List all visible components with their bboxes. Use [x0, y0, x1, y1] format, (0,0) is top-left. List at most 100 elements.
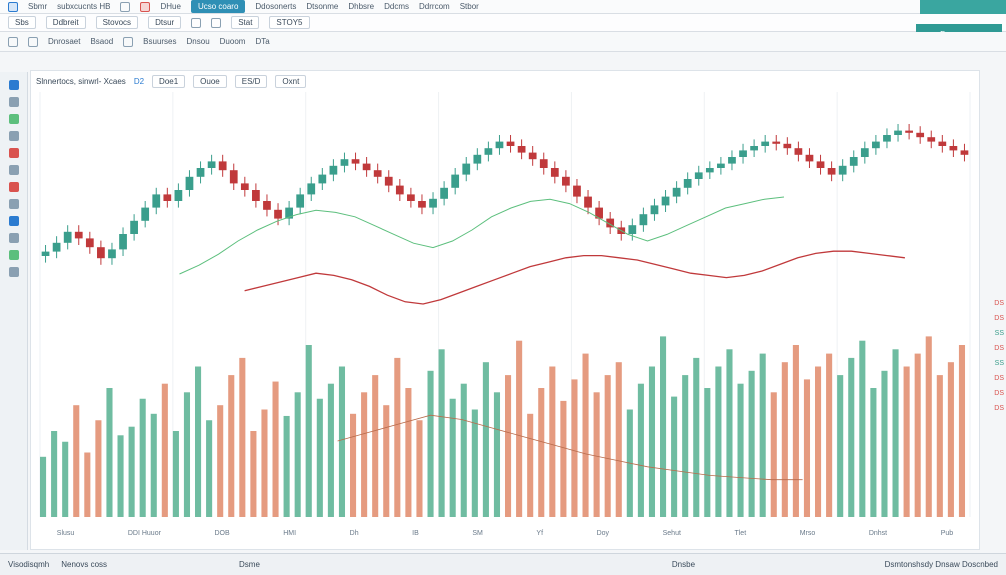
menu-item[interactable]: DHue: [160, 2, 180, 11]
volume-bar: [460, 383, 467, 517]
volume-bar: [660, 336, 667, 517]
candle-body: [916, 132, 925, 138]
text-tool-icon[interactable]: [8, 165, 19, 175]
menu-item[interactable]: subxcucnts HB: [57, 2, 110, 11]
interval-button[interactable]: ES/D: [234, 74, 268, 88]
volume-bar: [305, 345, 312, 517]
volume-bar: [128, 426, 135, 517]
eye-tool-icon[interactable]: [8, 250, 19, 260]
cursor-icon[interactable]: [8, 36, 18, 47]
volume-bar: [217, 405, 224, 517]
volume-bar: [549, 366, 556, 517]
volume-bar: [183, 392, 191, 517]
status-item[interactable]: Dsme: [239, 560, 260, 569]
fib-tool-icon[interactable]: [8, 114, 19, 124]
candle-body: [628, 225, 637, 234]
status-item[interactable]: Dnsbe: [672, 560, 695, 569]
candle-body: [207, 161, 216, 168]
candle-body: [141, 207, 150, 221]
volume-bar: [870, 388, 877, 517]
toolbar-button[interactable]: Stat: [231, 16, 260, 29]
pattern-tool-icon[interactable]: [8, 199, 19, 209]
menu-item[interactable]: Ddosonerts: [255, 2, 296, 11]
candle-body: [473, 154, 482, 164]
time-axis-label: Dh: [349, 530, 359, 537]
interval-button[interactable]: Ouoe: [193, 74, 227, 88]
candle-body: [783, 143, 792, 149]
toolbar-label[interactable]: Bsaod: [90, 37, 113, 46]
magnet-tool-icon[interactable]: [8, 216, 19, 226]
zoom-icon[interactable]: [123, 36, 134, 47]
candle-body: [772, 141, 781, 144]
volume-bar: [848, 357, 855, 517]
time-axis-label: Tlet: [734, 530, 747, 537]
toolbar-label[interactable]: Dnsou: [187, 37, 210, 46]
shape-tool-icon[interactable]: [8, 131, 19, 141]
candle-body: [152, 194, 161, 208]
toolbar-button[interactable]: STOY5: [269, 16, 310, 29]
candle-body: [384, 176, 393, 186]
trendline-tool-icon[interactable]: [8, 80, 19, 90]
volume-bar: [648, 366, 656, 517]
crosshair-icon[interactable]: [28, 36, 38, 47]
volume-bar: [206, 420, 213, 517]
candle-body: [85, 238, 94, 248]
price-axis-label: DS: [994, 390, 1004, 397]
toolbar-button[interactable]: Stovocs: [95, 16, 139, 29]
volume-bar: [604, 375, 611, 517]
volume-bar: [903, 366, 910, 517]
interval-button[interactable]: Oxnt: [275, 74, 307, 88]
menu-item[interactable]: Dtsonme: [306, 2, 338, 11]
menu-item[interactable]: Dhbsre: [348, 2, 374, 11]
drawing-tools-sidebar: [0, 72, 28, 550]
candle-body: [517, 146, 526, 153]
toolbar-button[interactable]: Sbs: [8, 16, 36, 29]
volume-bar: [914, 353, 921, 517]
brush-tool-icon[interactable]: [8, 182, 19, 192]
candle-body: [229, 170, 238, 184]
price-volume-chart[interactable]: [30, 92, 980, 528]
menu-item[interactable]: Ddcms: [384, 2, 409, 11]
candle-body: [705, 168, 714, 173]
volume-bar: [837, 375, 844, 517]
chart-type-icon[interactable]: [191, 17, 202, 28]
volume-bar: [892, 349, 899, 517]
title-row: Sbs Ddbreit Stovocs Dtsur Stat STOY5: [0, 14, 1006, 32]
toolbar-button[interactable]: Ddbreit: [45, 16, 86, 29]
volume-bar: [405, 388, 412, 517]
settings-icon[interactable]: [120, 1, 131, 12]
volume-bar: [272, 381, 279, 517]
indicator-icon[interactable]: [211, 17, 222, 28]
toolbar-label[interactable]: Bsuurses: [143, 37, 176, 46]
menu-item[interactable]: Sbmr: [28, 2, 47, 11]
candle-body: [761, 141, 770, 146]
time-axis-label: DOB: [214, 530, 230, 537]
volume-bar: [493, 392, 501, 517]
price-axis-label: SS: [994, 330, 1004, 337]
measure-tool-icon[interactable]: [8, 148, 19, 158]
menu-item[interactable]: Stbor: [460, 2, 479, 11]
volume-bar: [748, 370, 755, 517]
symbol-label[interactable]: Slnnertocs, sinwrl- Xcaes: [36, 77, 126, 86]
status-item[interactable]: Nenovs coss: [61, 560, 107, 569]
horizontal-line-tool-icon[interactable]: [8, 97, 19, 107]
volume-bar: [161, 383, 168, 517]
interval-button[interactable]: Doe1: [152, 74, 186, 88]
menu-item[interactable]: Ddrrcom: [419, 2, 450, 11]
volume-bar: [239, 357, 246, 517]
toolbar-label[interactable]: Duoom: [220, 37, 246, 46]
candle-body: [728, 157, 736, 164]
candle-body: [74, 231, 83, 239]
lock-tool-icon[interactable]: [8, 233, 19, 243]
volume-bar: [338, 366, 346, 517]
trash-tool-icon[interactable]: [8, 267, 19, 277]
time-axis-label: Mrso: [799, 530, 816, 537]
alert-icon[interactable]: [140, 1, 151, 12]
toolbar-label[interactable]: DTa: [255, 37, 269, 46]
candle-body: [827, 168, 836, 175]
toolbar-button[interactable]: Dtsur: [148, 16, 182, 29]
toolbar-label[interactable]: Dnrosaet: [48, 37, 80, 46]
accent-button[interactable]: Ucso coaro: [190, 0, 246, 13]
volume-bar: [582, 353, 589, 517]
candle-body: [240, 183, 249, 190]
